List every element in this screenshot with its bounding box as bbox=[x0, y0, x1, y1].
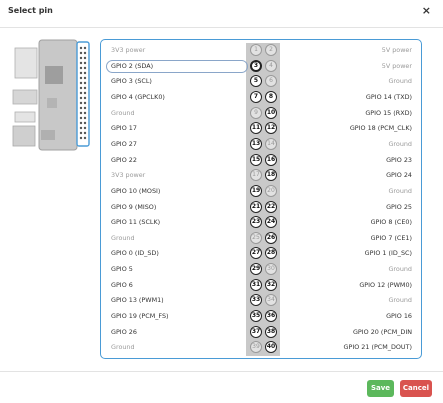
pin-label-right[interactable]: GPIO 18 (PCM_CLK) bbox=[350, 124, 412, 133]
pin-20[interactable]: 20 bbox=[265, 185, 277, 197]
pin-label-left[interactable]: GPIO 9 (MISO) bbox=[111, 203, 156, 212]
pin-19[interactable]: 19 bbox=[250, 185, 262, 197]
pin-label-left[interactable]: GPIO 6 bbox=[111, 281, 133, 290]
pin-label-right[interactable]: GPIO 12 (PWM0) bbox=[359, 281, 412, 290]
pin-label-right: Ground bbox=[388, 77, 412, 85]
pin-9[interactable]: 9 bbox=[250, 107, 262, 119]
pin-35[interactable]: 35 bbox=[250, 310, 262, 322]
pin-label-left: 3V3 power bbox=[111, 171, 146, 179]
pin-18[interactable]: 18 bbox=[265, 169, 277, 181]
pin-label-left: Ground bbox=[111, 109, 135, 117]
pin-14[interactable]: 14 bbox=[265, 138, 277, 150]
pin-17[interactable]: 17 bbox=[250, 169, 262, 181]
pin-label-right: Ground bbox=[388, 296, 412, 304]
pin-23[interactable]: 23 bbox=[250, 216, 262, 228]
pin-label-left[interactable]: GPIO 5 bbox=[111, 265, 133, 274]
close-icon[interactable]: × bbox=[422, 4, 431, 17]
dialog-footer bbox=[0, 371, 443, 372]
pin-label-left[interactable]: GPIO 26 bbox=[111, 328, 137, 337]
pin-27[interactable]: 27 bbox=[250, 247, 262, 259]
pin-40[interactable]: 40 bbox=[265, 341, 277, 353]
save-button[interactable]: Save bbox=[367, 380, 394, 397]
pin-label-left: Ground bbox=[111, 234, 135, 242]
pin-label-right[interactable]: GPIO 7 (CE1) bbox=[371, 234, 412, 243]
select-pin-dialog: Select pin × 3V3 power 5V power 1 2 GPIO… bbox=[0, 0, 443, 403]
pin-32[interactable]: 32 bbox=[265, 279, 277, 291]
pin-38[interactable]: 38 bbox=[265, 326, 277, 338]
pin-label-left[interactable]: GPIO 10 (MOSI) bbox=[111, 187, 160, 196]
pin-label-left[interactable]: GPIO 17 bbox=[111, 124, 137, 133]
pin-label-right[interactable]: GPIO 23 bbox=[386, 156, 412, 165]
pin-7[interactable]: 7 bbox=[250, 91, 262, 103]
pin-label-left[interactable]: GPIO 13 (PWM1) bbox=[111, 296, 164, 305]
pin-11[interactable]: 11 bbox=[250, 122, 262, 134]
pin-12[interactable]: 12 bbox=[265, 122, 277, 134]
pin-label-left[interactable]: GPIO 0 (ID_SD) bbox=[111, 249, 159, 258]
pin-label-right: Ground bbox=[388, 140, 412, 148]
pin-39[interactable]: 39 bbox=[250, 341, 262, 353]
pin-label-right: 5V power bbox=[381, 62, 412, 70]
pin-30[interactable]: 30 bbox=[265, 263, 277, 275]
pin-15[interactable]: 15 bbox=[250, 154, 262, 166]
pin-label-right: 5V power bbox=[381, 46, 412, 54]
pin-28[interactable]: 28 bbox=[265, 247, 277, 259]
pin-34[interactable]: 34 bbox=[265, 294, 277, 306]
pin-4[interactable]: 4 bbox=[265, 60, 277, 72]
pin-label-left: 3V3 power bbox=[111, 46, 146, 54]
pin-label-right[interactable]: GPIO 15 (RXD) bbox=[365, 109, 412, 118]
pin-2[interactable]: 2 bbox=[265, 44, 277, 56]
dialog-title: Select pin bbox=[8, 6, 53, 15]
pin-label-right[interactable]: GPIO 14 (TXD) bbox=[366, 93, 412, 102]
pin-31[interactable]: 31 bbox=[250, 279, 262, 291]
pin-33[interactable]: 33 bbox=[250, 294, 262, 306]
pin-21[interactable]: 21 bbox=[250, 201, 262, 213]
pin-label-right[interactable]: GPIO 20 (PCM_DIN bbox=[353, 328, 412, 337]
pin-label-right[interactable]: GPIO 21 (PCM_DOUT) bbox=[344, 343, 412, 352]
pin-5[interactable]: 5 bbox=[250, 75, 262, 87]
pin-10[interactable]: 10 bbox=[265, 107, 277, 119]
pin-label-left[interactable]: GPIO 3 (SCL) bbox=[111, 77, 152, 86]
pin-1[interactable]: 1 bbox=[250, 44, 262, 56]
pin-25[interactable]: 25 bbox=[250, 232, 262, 244]
pin-label-right[interactable]: GPIO 16 bbox=[386, 312, 412, 321]
pin-37[interactable]: 37 bbox=[250, 326, 262, 338]
pin-22[interactable]: 22 bbox=[265, 201, 277, 213]
pin-label-right: Ground bbox=[388, 265, 412, 273]
pin-label-left[interactable]: GPIO 2 (SDA) bbox=[111, 62, 153, 71]
pin-16[interactable]: 16 bbox=[265, 154, 277, 166]
pin-label-right[interactable]: GPIO 25 bbox=[386, 203, 412, 212]
dialog-header: Select pin × bbox=[0, 0, 443, 28]
pin-8[interactable]: 8 bbox=[265, 91, 277, 103]
pin-label-left[interactable]: GPIO 27 bbox=[111, 140, 137, 149]
pin-3[interactable]: 3 bbox=[250, 60, 262, 72]
pin-label-right[interactable]: GPIO 1 (ID_SC) bbox=[365, 249, 412, 258]
cancel-button[interactable]: Cancel bbox=[400, 380, 432, 397]
pin-6[interactable]: 6 bbox=[265, 75, 277, 87]
raspberry-pi-board-image bbox=[12, 39, 90, 151]
pin-13[interactable]: 13 bbox=[250, 138, 262, 150]
pin-label-right: Ground bbox=[388, 187, 412, 195]
pin-label-right[interactable]: GPIO 8 (CE0) bbox=[371, 218, 412, 227]
pin-label-left[interactable]: GPIO 11 (SCLK) bbox=[111, 218, 160, 227]
pin-label-left[interactable]: GPIO 4 (GPCLK0) bbox=[111, 93, 165, 102]
pin-26[interactable]: 26 bbox=[265, 232, 277, 244]
pin-24[interactable]: 24 bbox=[265, 216, 277, 228]
pin-29[interactable]: 29 bbox=[250, 263, 262, 275]
pin-label-left[interactable]: GPIO 22 bbox=[111, 156, 137, 165]
pin-label-left[interactable]: GPIO 19 (PCM_FS) bbox=[111, 312, 169, 321]
pin-label-right[interactable]: GPIO 24 bbox=[386, 171, 412, 180]
pin-36[interactable]: 36 bbox=[265, 310, 277, 322]
pin-label-left: Ground bbox=[111, 343, 135, 351]
